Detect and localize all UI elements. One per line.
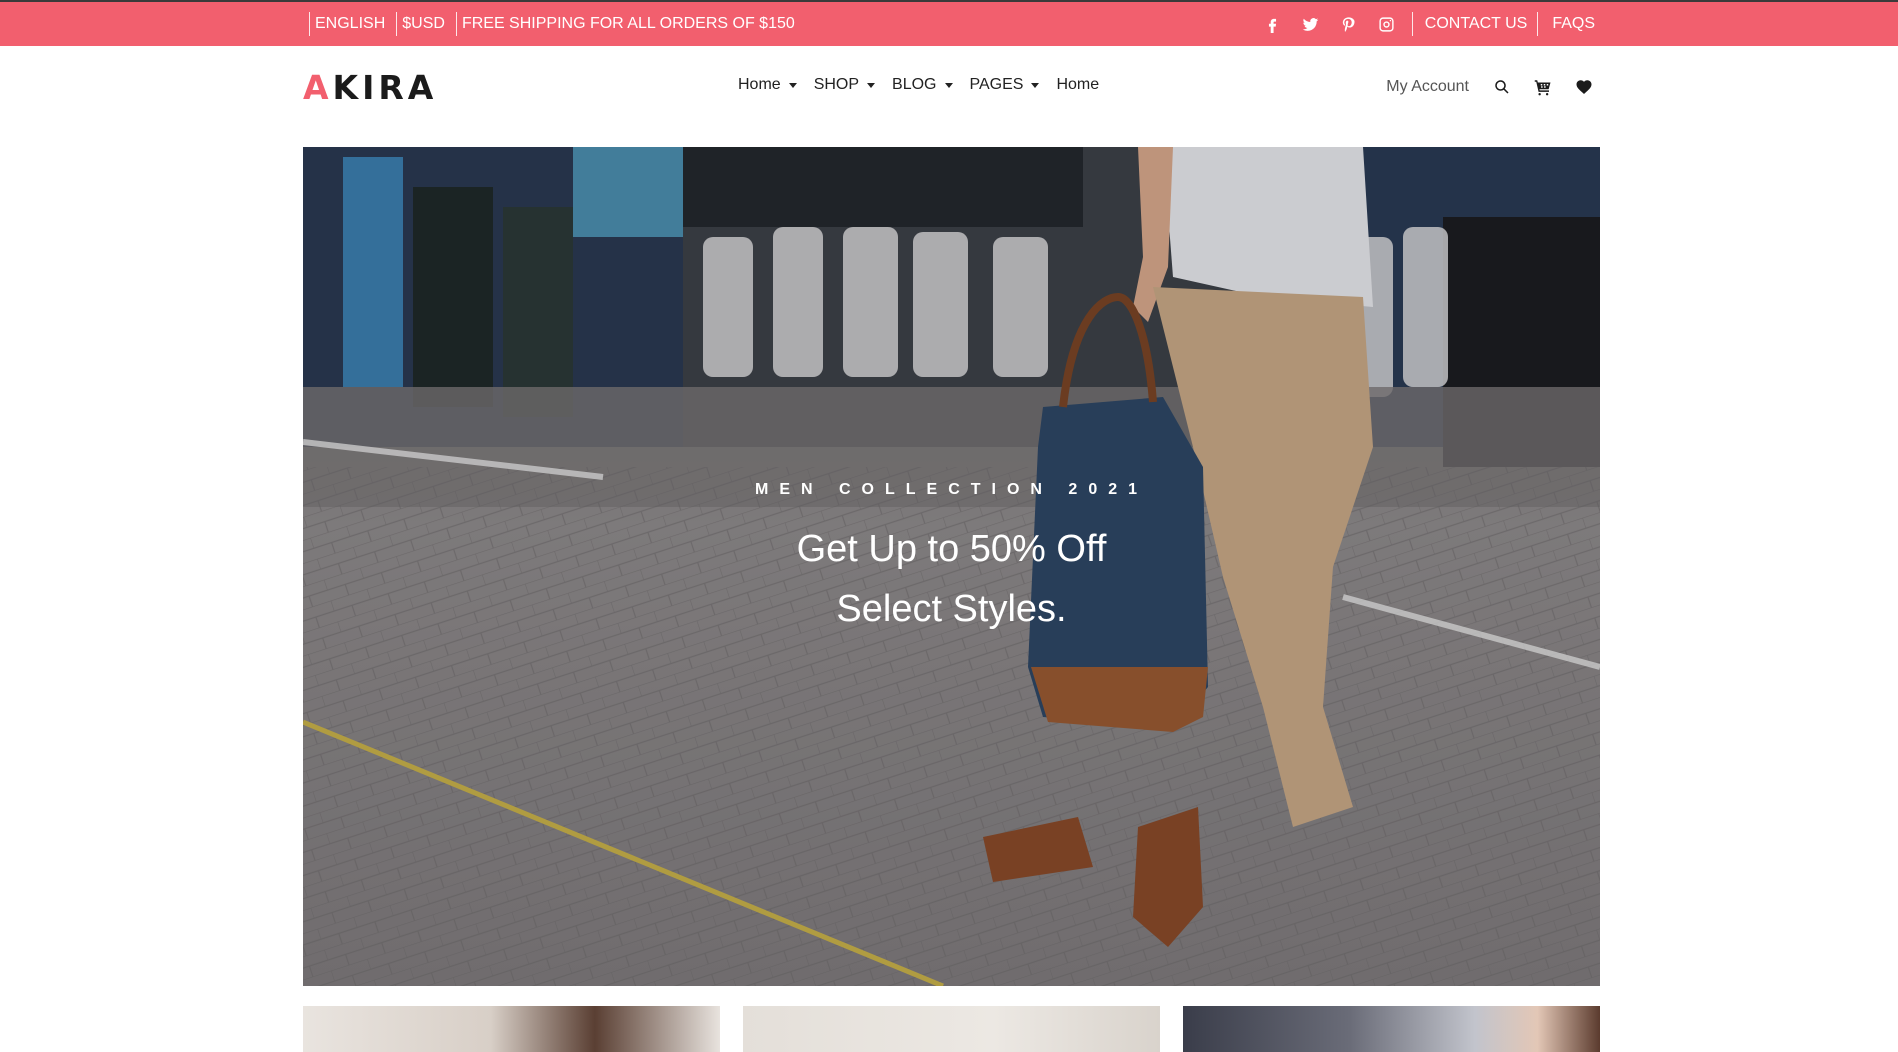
nav-item-label: Home <box>1056 76 1100 93</box>
category-card-2[interactable] <box>743 1006 1160 1052</box>
top-bar-right: CONTACT US FAQS <box>1246 2 1595 46</box>
logo-accent-letter: A <box>303 68 333 107</box>
language-selector[interactable]: ENGLISH <box>309 12 390 36</box>
nav-item-home[interactable]: Home <box>738 76 797 94</box>
nav-item-blog[interactable]: BLOG <box>892 76 953 94</box>
hero-title-line-2: Select Styles. <box>836 588 1067 630</box>
contact-us-link[interactable]: CONTACT US <box>1411 12 1538 36</box>
nav-item-label: PAGES <box>969 76 1024 93</box>
pinterest-icon[interactable] <box>1338 13 1360 35</box>
heart-icon[interactable] <box>1573 76 1595 98</box>
top-bar: ENGLISH $USD FREE SHIPPING FOR ALL ORDER… <box>0 0 1898 46</box>
shipping-notice: FREE SHIPPING FOR ALL ORDERS OF $150 <box>455 12 800 36</box>
hero-content: MEN COLLECTION 2021 Get Up to 50% Off Se… <box>303 147 1600 986</box>
main-header: AKIRA Home SHOP BLOG PAGES Home My Accou… <box>0 46 1898 148</box>
nav-item-label: SHOP <box>813 76 860 93</box>
twitter-icon[interactable] <box>1300 13 1322 35</box>
nav-item-label: BLOG <box>892 76 937 93</box>
hero-banner[interactable]: MEN COLLECTION 2021 Get Up to 50% Off Se… <box>303 147 1600 986</box>
category-card-3[interactable] <box>1183 1006 1600 1052</box>
hero-subtitle: MEN COLLECTION 2021 <box>754 481 1149 498</box>
nav-item-label: Home <box>738 76 781 93</box>
faqs-link[interactable]: FAQS <box>1537 12 1595 36</box>
my-account-link[interactable]: My Account <box>1386 78 1469 96</box>
nav-item-home-2[interactable]: Home <box>1056 76 1099 94</box>
category-cards <box>303 1006 1600 1052</box>
caret-down-icon <box>944 82 953 88</box>
search-icon[interactable] <box>1491 76 1513 98</box>
page: ENGLISH $USD FREE SHIPPING FOR ALL ORDER… <box>0 0 1898 1052</box>
nav-item-pages[interactable]: PAGES <box>970 76 1040 94</box>
cart-icon[interactable] <box>1532 76 1554 98</box>
top-bar-left: ENGLISH $USD FREE SHIPPING FOR ALL ORDER… <box>309 2 806 46</box>
hero-title-line-1: Get Up to 50% Off <box>796 528 1107 570</box>
category-card-1[interactable] <box>303 1006 720 1052</box>
main-nav: Home SHOP BLOG PAGES Home <box>738 76 1116 94</box>
header-actions: My Account <box>1386 76 1595 98</box>
site-logo[interactable]: AKIRA <box>303 68 437 107</box>
logo-text: KIRA <box>332 68 438 107</box>
facebook-icon[interactable] <box>1262 13 1284 35</box>
caret-down-icon <box>867 82 876 88</box>
caret-down-icon <box>1031 82 1040 88</box>
currency-selector[interactable]: $USD <box>396 12 450 36</box>
hero-title: Get Up to 50% Off Select Styles. <box>303 519 1600 639</box>
instagram-icon[interactable] <box>1376 13 1398 35</box>
caret-down-icon <box>788 82 797 88</box>
nav-item-shop[interactable]: SHOP <box>813 76 876 94</box>
